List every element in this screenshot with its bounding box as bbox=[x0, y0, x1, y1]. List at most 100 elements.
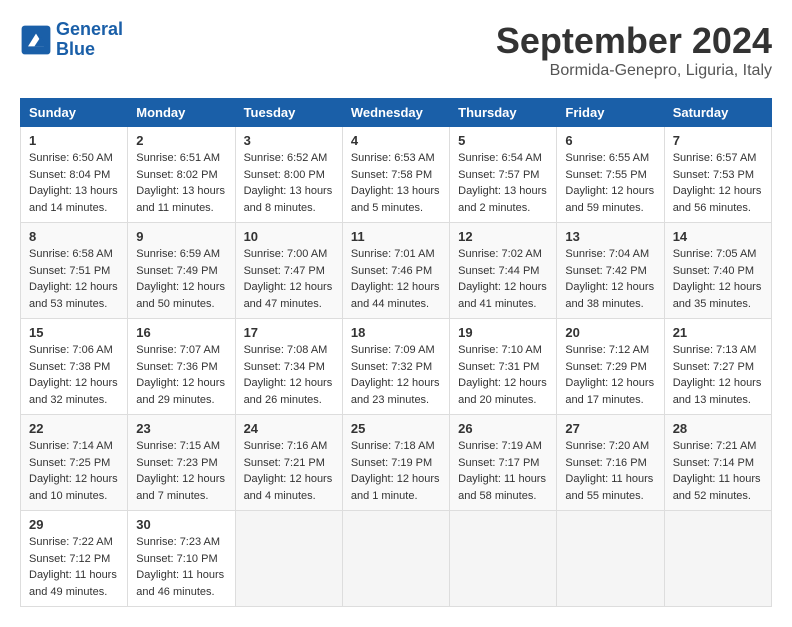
calendar-cell bbox=[450, 511, 557, 607]
calendar-cell: 13 Sunrise: 7:04 AMSunset: 7:42 PMDayligh… bbox=[557, 223, 664, 319]
calendar-cell: 21 Sunrise: 7:13 AMSunset: 7:27 PMDayligh… bbox=[664, 319, 771, 415]
day-info: Sunrise: 6:51 AMSunset: 8:02 PMDaylight:… bbox=[136, 150, 226, 216]
calendar-cell: 9 Sunrise: 6:59 AMSunset: 7:49 PMDaylight… bbox=[128, 223, 235, 319]
col-friday: Friday bbox=[557, 99, 664, 127]
day-number: 6 bbox=[565, 133, 655, 148]
day-number: 12 bbox=[458, 229, 548, 244]
day-info: Sunrise: 7:00 AMSunset: 7:47 PMDaylight:… bbox=[244, 246, 334, 312]
title-section: September 2024 Bormida-Genepro, Liguria,… bbox=[496, 20, 772, 80]
day-number: 21 bbox=[673, 325, 763, 340]
day-info: Sunrise: 7:13 AMSunset: 7:27 PMDaylight:… bbox=[673, 342, 763, 408]
day-info: Sunrise: 6:50 AMSunset: 8:04 PMDaylight:… bbox=[29, 150, 119, 216]
col-sunday: Sunday bbox=[21, 99, 128, 127]
col-thursday: Thursday bbox=[450, 99, 557, 127]
calendar-week-1: 1 Sunrise: 6:50 AMSunset: 8:04 PMDaylight… bbox=[21, 127, 772, 223]
day-number: 16 bbox=[136, 325, 226, 340]
day-info: Sunrise: 7:19 AMSunset: 7:17 PMDaylight:… bbox=[458, 438, 548, 504]
logo-text: General Blue bbox=[56, 20, 123, 60]
day-info: Sunrise: 7:07 AMSunset: 7:36 PMDaylight:… bbox=[136, 342, 226, 408]
calendar-cell: 25 Sunrise: 7:18 AMSunset: 7:19 PMDayligh… bbox=[342, 415, 449, 511]
col-tuesday: Tuesday bbox=[235, 99, 342, 127]
day-info: Sunrise: 7:14 AMSunset: 7:25 PMDaylight:… bbox=[29, 438, 119, 504]
day-number: 19 bbox=[458, 325, 548, 340]
calendar-cell: 2 Sunrise: 6:51 AMSunset: 8:02 PMDaylight… bbox=[128, 127, 235, 223]
calendar-cell: 24 Sunrise: 7:16 AMSunset: 7:21 PMDayligh… bbox=[235, 415, 342, 511]
logo-icon bbox=[20, 24, 52, 56]
calendar-cell: 22 Sunrise: 7:14 AMSunset: 7:25 PMDayligh… bbox=[21, 415, 128, 511]
day-info: Sunrise: 6:55 AMSunset: 7:55 PMDaylight:… bbox=[565, 150, 655, 216]
calendar-cell: 16 Sunrise: 7:07 AMSunset: 7:36 PMDayligh… bbox=[128, 319, 235, 415]
day-info: Sunrise: 7:23 AMSunset: 7:10 PMDaylight:… bbox=[136, 534, 226, 600]
day-number: 22 bbox=[29, 421, 119, 436]
day-number: 23 bbox=[136, 421, 226, 436]
day-info: Sunrise: 7:01 AMSunset: 7:46 PMDaylight:… bbox=[351, 246, 441, 312]
day-number: 26 bbox=[458, 421, 548, 436]
calendar-cell: 20 Sunrise: 7:12 AMSunset: 7:29 PMDayligh… bbox=[557, 319, 664, 415]
day-number: 17 bbox=[244, 325, 334, 340]
day-info: Sunrise: 7:08 AMSunset: 7:34 PMDaylight:… bbox=[244, 342, 334, 408]
day-number: 3 bbox=[244, 133, 334, 148]
day-info: Sunrise: 7:21 AMSunset: 7:14 PMDaylight:… bbox=[673, 438, 763, 504]
day-number: 25 bbox=[351, 421, 441, 436]
day-number: 4 bbox=[351, 133, 441, 148]
calendar-cell: 5Sunrise: 6:54 AMSunset: 7:57 PMDaylight… bbox=[450, 127, 557, 223]
day-info: Sunrise: 7:10 AMSunset: 7:31 PMDaylight:… bbox=[458, 342, 548, 408]
calendar-cell: 10 Sunrise: 7:00 AMSunset: 7:47 PMDayligh… bbox=[235, 223, 342, 319]
location-subtitle: Bormida-Genepro, Liguria, Italy bbox=[496, 62, 772, 80]
calendar-cell: 11Sunrise: 7:01 AMSunset: 7:46 PMDayligh… bbox=[342, 223, 449, 319]
header-row: Sunday Monday Tuesday Wednesday Thursday… bbox=[21, 99, 772, 127]
day-info: Sunrise: 6:53 AMSunset: 7:58 PMDaylight:… bbox=[351, 150, 441, 216]
day-info: Sunrise: 7:18 AMSunset: 7:19 PMDaylight:… bbox=[351, 438, 441, 504]
calendar-cell: 28 Sunrise: 7:21 AMSunset: 7:14 PMDayligh… bbox=[664, 415, 771, 511]
calendar-cell: 8Sunrise: 6:58 AMSunset: 7:51 PMDaylight… bbox=[21, 223, 128, 319]
calendar-week-2: 8Sunrise: 6:58 AMSunset: 7:51 PMDaylight… bbox=[21, 223, 772, 319]
col-monday: Monday bbox=[128, 99, 235, 127]
calendar-cell: 27 Sunrise: 7:20 AMSunset: 7:16 PMDayligh… bbox=[557, 415, 664, 511]
day-info: Sunrise: 7:15 AMSunset: 7:23 PMDaylight:… bbox=[136, 438, 226, 504]
day-number: 9 bbox=[136, 229, 226, 244]
calendar-cell bbox=[342, 511, 449, 607]
calendar-cell: 18Sunrise: 7:09 AMSunset: 7:32 PMDayligh… bbox=[342, 319, 449, 415]
day-info: Sunrise: 7:20 AMSunset: 7:16 PMDaylight:… bbox=[565, 438, 655, 504]
day-number: 8 bbox=[29, 229, 119, 244]
calendar-cell: 19 Sunrise: 7:10 AMSunset: 7:31 PMDayligh… bbox=[450, 319, 557, 415]
day-number: 20 bbox=[565, 325, 655, 340]
day-info: Sunrise: 7:06 AMSunset: 7:38 PMDaylight:… bbox=[29, 342, 119, 408]
calendar-cell bbox=[664, 511, 771, 607]
day-number: 18 bbox=[351, 325, 441, 340]
day-number: 10 bbox=[244, 229, 334, 244]
day-number: 27 bbox=[565, 421, 655, 436]
calendar-cell: 26 Sunrise: 7:19 AMSunset: 7:17 PMDayligh… bbox=[450, 415, 557, 511]
day-info: Sunrise: 6:59 AMSunset: 7:49 PMDaylight:… bbox=[136, 246, 226, 312]
calendar-cell: 23 Sunrise: 7:15 AMSunset: 7:23 PMDayligh… bbox=[128, 415, 235, 511]
day-info: Sunrise: 6:54 AMSunset: 7:57 PMDaylight:… bbox=[458, 150, 548, 216]
calendar-week-5: 29Sunrise: 7:22 AMSunset: 7:12 PMDayligh… bbox=[21, 511, 772, 607]
day-info: Sunrise: 7:22 AMSunset: 7:12 PMDaylight:… bbox=[29, 534, 119, 600]
calendar-cell: 1 Sunrise: 6:50 AMSunset: 8:04 PMDaylight… bbox=[21, 127, 128, 223]
calendar-cell: 29Sunrise: 7:22 AMSunset: 7:12 PMDayligh… bbox=[21, 511, 128, 607]
calendar-cell: 4 Sunrise: 6:53 AMSunset: 7:58 PMDaylight… bbox=[342, 127, 449, 223]
calendar-cell: 17 Sunrise: 7:08 AMSunset: 7:34 PMDayligh… bbox=[235, 319, 342, 415]
day-number: 15 bbox=[29, 325, 119, 340]
day-number: 13 bbox=[565, 229, 655, 244]
day-info: Sunrise: 7:12 AMSunset: 7:29 PMDaylight:… bbox=[565, 342, 655, 408]
calendar-cell bbox=[557, 511, 664, 607]
calendar-cell: 15 Sunrise: 7:06 AMSunset: 7:38 PMDayligh… bbox=[21, 319, 128, 415]
calendar-cell: 7 Sunrise: 6:57 AMSunset: 7:53 PMDaylight… bbox=[664, 127, 771, 223]
month-year-title: September 2024 bbox=[496, 20, 772, 62]
calendar-cell: 14Sunrise: 7:05 AMSunset: 7:40 PMDayligh… bbox=[664, 223, 771, 319]
day-info: Sunrise: 7:04 AMSunset: 7:42 PMDaylight:… bbox=[565, 246, 655, 312]
day-info: Sunrise: 6:57 AMSunset: 7:53 PMDaylight:… bbox=[673, 150, 763, 216]
day-info: Sunrise: 7:16 AMSunset: 7:21 PMDaylight:… bbox=[244, 438, 334, 504]
calendar-cell: 6 Sunrise: 6:55 AMSunset: 7:55 PMDaylight… bbox=[557, 127, 664, 223]
day-info: Sunrise: 7:02 AMSunset: 7:44 PMDaylight:… bbox=[458, 246, 548, 312]
day-number: 30 bbox=[136, 517, 226, 532]
logo: General Blue bbox=[20, 20, 123, 60]
day-info: Sunrise: 7:05 AMSunset: 7:40 PMDaylight:… bbox=[673, 246, 763, 312]
day-number: 24 bbox=[244, 421, 334, 436]
day-number: 1 bbox=[29, 133, 119, 148]
day-number: 28 bbox=[673, 421, 763, 436]
day-number: 2 bbox=[136, 133, 226, 148]
calendar-cell: 30 Sunrise: 7:23 AMSunset: 7:10 PMDayligh… bbox=[128, 511, 235, 607]
day-number: 7 bbox=[673, 133, 763, 148]
